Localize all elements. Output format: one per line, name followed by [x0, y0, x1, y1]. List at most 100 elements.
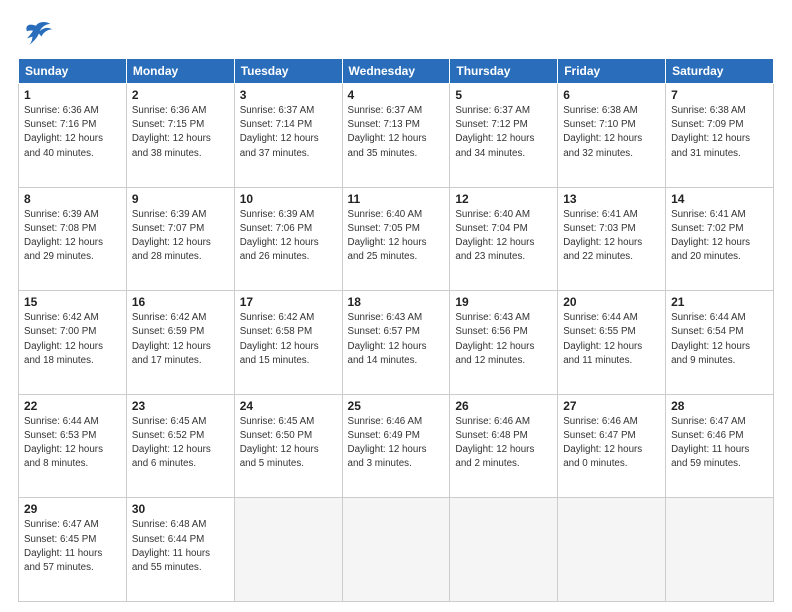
day-number: 30 — [132, 502, 229, 516]
day-number: 29 — [24, 502, 121, 516]
day-number: 6 — [563, 88, 660, 102]
day-detail: Sunrise: 6:42 AMSunset: 6:59 PMDaylight:… — [132, 311, 229, 368]
day-number: 14 — [671, 192, 768, 206]
day-cell: 5 Sunrise: 6:37 AMSunset: 7:12 PMDaylight… — [450, 84, 558, 188]
day-cell: 27Sunrise: 6:46 AMSunset: 6:47 PMDayligh… — [558, 394, 666, 498]
day-cell: 20Sunrise: 6:44 AMSunset: 6:55 PMDayligh… — [558, 291, 666, 395]
day-cell: 29 Sunrise: 6:47 AMSunset: 6:45 PMDayligh… — [19, 498, 127, 602]
day-cell: 6 Sunrise: 6:38 AMSunset: 7:10 PMDaylight… — [558, 84, 666, 188]
day-detail: Sunrise: 6:43 AMSunset: 6:57 PMDaylight:… — [348, 311, 445, 368]
day-cell — [666, 498, 774, 602]
day-detail: Sunrise: 6:44 AMSunset: 6:54 PMDaylight:… — [671, 311, 768, 368]
week-row-5: 29 Sunrise: 6:47 AMSunset: 6:45 PMDayligh… — [19, 498, 774, 602]
header — [18, 18, 774, 48]
day-number: 17 — [240, 295, 337, 309]
header-sunday: Sunday — [19, 59, 127, 84]
day-detail: Sunrise: 6:41 AMSunset: 7:02 PMDaylight:… — [671, 208, 768, 265]
day-cell: 10Sunrise: 6:39 AMSunset: 7:06 PMDayligh… — [234, 187, 342, 291]
day-cell: 30 Sunrise: 6:48 AMSunset: 6:44 PMDayligh… — [126, 498, 234, 602]
week-row-3: 15 Sunrise: 6:42 AMSunset: 7:00 PMDayligh… — [19, 291, 774, 395]
header-saturday: Saturday — [666, 59, 774, 84]
day-detail: Sunrise: 6:37 AMSunset: 7:13 PMDaylight:… — [348, 104, 445, 161]
day-detail: Sunrise: 6:42 AMSunset: 7:00 PMDaylight:… — [24, 311, 121, 368]
logo — [18, 18, 58, 48]
day-cell: 12 Sunrise: 6:40 AMSunset: 7:04 PMDayligh… — [450, 187, 558, 291]
day-number: 2 — [132, 88, 229, 102]
day-number: 1 — [24, 88, 121, 102]
day-number: 5 — [455, 88, 552, 102]
day-cell: 2 Sunrise: 6:36 AMSunset: 7:15 PMDaylight… — [126, 84, 234, 188]
day-detail: Sunrise: 6:44 AMSunset: 6:53 PMDaylight:… — [24, 415, 121, 472]
day-detail: Sunrise: 6:47 AMSunset: 6:45 PMDaylight:… — [24, 518, 121, 575]
week-row-2: 8Sunrise: 6:39 AMSunset: 7:08 PMDaylight… — [19, 187, 774, 291]
day-cell: 21 Sunrise: 6:44 AMSunset: 6:54 PMDayligh… — [666, 291, 774, 395]
logo-bird-icon — [18, 18, 54, 48]
day-number: 7 — [671, 88, 768, 102]
day-cell: 28Sunrise: 6:47 AMSunset: 6:46 PMDayligh… — [666, 394, 774, 498]
day-cell: 17 Sunrise: 6:42 AMSunset: 6:58 PMDayligh… — [234, 291, 342, 395]
header-monday: Monday — [126, 59, 234, 84]
day-number: 8 — [24, 192, 121, 206]
day-cell: 15 Sunrise: 6:42 AMSunset: 7:00 PMDayligh… — [19, 291, 127, 395]
day-number: 21 — [671, 295, 768, 309]
day-cell — [342, 498, 450, 602]
day-cell — [450, 498, 558, 602]
calendar-table: Sunday Monday Tuesday Wednesday Thursday… — [18, 58, 774, 602]
day-cell — [558, 498, 666, 602]
header-thursday: Thursday — [450, 59, 558, 84]
day-number: 19 — [455, 295, 552, 309]
day-number: 25 — [348, 399, 445, 413]
day-detail: Sunrise: 6:46 AMSunset: 6:48 PMDaylight:… — [455, 415, 552, 472]
day-number: 16 — [132, 295, 229, 309]
day-detail: Sunrise: 6:37 AMSunset: 7:12 PMDaylight:… — [455, 104, 552, 161]
day-cell: 14 Sunrise: 6:41 AMSunset: 7:02 PMDayligh… — [666, 187, 774, 291]
day-detail: Sunrise: 6:47 AMSunset: 6:46 PMDaylight:… — [671, 415, 768, 472]
day-number: 26 — [455, 399, 552, 413]
day-number: 3 — [240, 88, 337, 102]
header-tuesday: Tuesday — [234, 59, 342, 84]
day-detail: Sunrise: 6:44 AMSunset: 6:55 PMDaylight:… — [563, 311, 660, 368]
day-cell: 24 Sunrise: 6:45 AMSunset: 6:50 PMDayligh… — [234, 394, 342, 498]
day-detail: Sunrise: 6:38 AMSunset: 7:09 PMDaylight:… — [671, 104, 768, 161]
day-cell: 13Sunrise: 6:41 AMSunset: 7:03 PMDayligh… — [558, 187, 666, 291]
day-cell — [234, 498, 342, 602]
day-detail: Sunrise: 6:48 AMSunset: 6:44 PMDaylight:… — [132, 518, 229, 575]
day-cell: 25 Sunrise: 6:46 AMSunset: 6:49 PMDayligh… — [342, 394, 450, 498]
day-cell: 16 Sunrise: 6:42 AMSunset: 6:59 PMDayligh… — [126, 291, 234, 395]
day-number: 12 — [455, 192, 552, 206]
day-detail: Sunrise: 6:36 AMSunset: 7:15 PMDaylight:… — [132, 104, 229, 161]
day-detail: Sunrise: 6:40 AMSunset: 7:05 PMDaylight:… — [348, 208, 445, 265]
day-detail: Sunrise: 6:41 AMSunset: 7:03 PMDaylight:… — [563, 208, 660, 265]
day-detail: Sunrise: 6:45 AMSunset: 6:52 PMDaylight:… — [132, 415, 229, 472]
day-number: 4 — [348, 88, 445, 102]
day-cell: 9 Sunrise: 6:39 AMSunset: 7:07 PMDaylight… — [126, 187, 234, 291]
day-cell: 23 Sunrise: 6:45 AMSunset: 6:52 PMDayligh… — [126, 394, 234, 498]
day-detail: Sunrise: 6:37 AMSunset: 7:14 PMDaylight:… — [240, 104, 337, 161]
day-number: 9 — [132, 192, 229, 206]
day-number: 11 — [348, 192, 445, 206]
day-number: 15 — [24, 295, 121, 309]
day-cell: 7 Sunrise: 6:38 AMSunset: 7:09 PMDaylight… — [666, 84, 774, 188]
day-detail: Sunrise: 6:45 AMSunset: 6:50 PMDaylight:… — [240, 415, 337, 472]
day-detail: Sunrise: 6:38 AMSunset: 7:10 PMDaylight:… — [563, 104, 660, 161]
day-detail: Sunrise: 6:42 AMSunset: 6:58 PMDaylight:… — [240, 311, 337, 368]
day-number: 24 — [240, 399, 337, 413]
page: Sunday Monday Tuesday Wednesday Thursday… — [0, 0, 792, 612]
day-detail: Sunrise: 6:46 AMSunset: 6:47 PMDaylight:… — [563, 415, 660, 472]
day-number: 18 — [348, 295, 445, 309]
header-friday: Friday — [558, 59, 666, 84]
day-cell: 22Sunrise: 6:44 AMSunset: 6:53 PMDayligh… — [19, 394, 127, 498]
day-cell: 11 Sunrise: 6:40 AMSunset: 7:05 PMDayligh… — [342, 187, 450, 291]
day-cell: 19Sunrise: 6:43 AMSunset: 6:56 PMDayligh… — [450, 291, 558, 395]
day-cell: 18 Sunrise: 6:43 AMSunset: 6:57 PMDayligh… — [342, 291, 450, 395]
day-detail: Sunrise: 6:36 AMSunset: 7:16 PMDaylight:… — [24, 104, 121, 161]
day-cell: 8Sunrise: 6:39 AMSunset: 7:08 PMDaylight… — [19, 187, 127, 291]
day-detail: Sunrise: 6:46 AMSunset: 6:49 PMDaylight:… — [348, 415, 445, 472]
day-detail: Sunrise: 6:40 AMSunset: 7:04 PMDaylight:… — [455, 208, 552, 265]
day-detail: Sunrise: 6:39 AMSunset: 7:07 PMDaylight:… — [132, 208, 229, 265]
week-row-1: 1 Sunrise: 6:36 AMSunset: 7:16 PMDaylight… — [19, 84, 774, 188]
week-row-4: 22Sunrise: 6:44 AMSunset: 6:53 PMDayligh… — [19, 394, 774, 498]
day-cell: 26 Sunrise: 6:46 AMSunset: 6:48 PMDayligh… — [450, 394, 558, 498]
day-cell: 1 Sunrise: 6:36 AMSunset: 7:16 PMDaylight… — [19, 84, 127, 188]
day-number: 23 — [132, 399, 229, 413]
